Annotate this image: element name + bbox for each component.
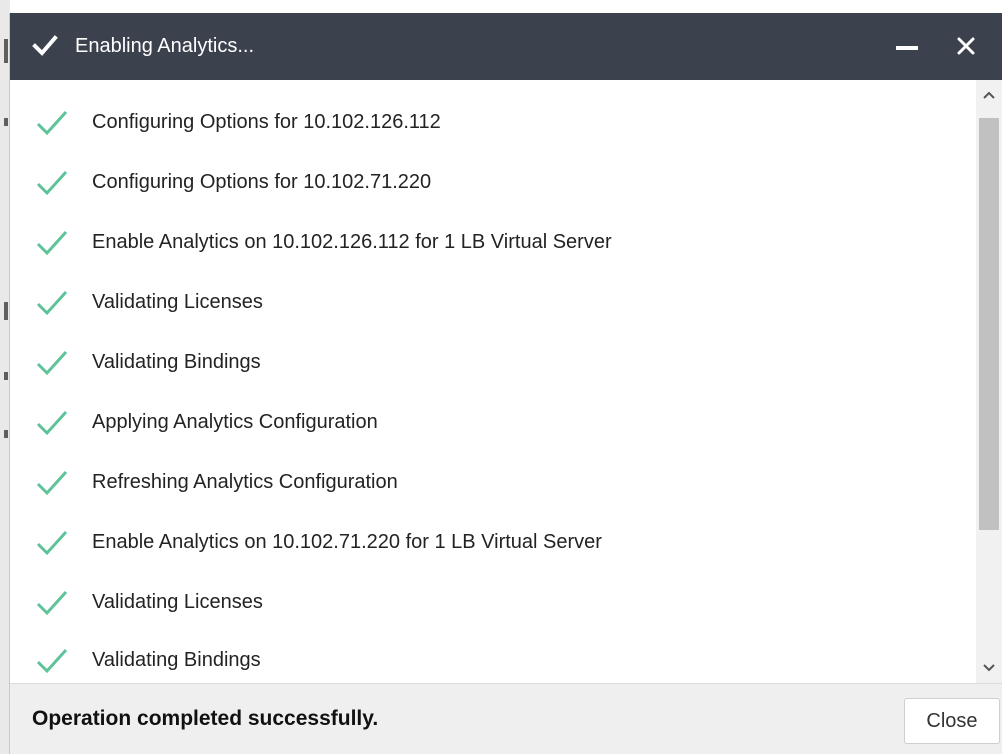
dialog-footer: Operation completed successfully. Close: [10, 683, 1002, 754]
list-item: Validating Bindings: [10, 332, 976, 392]
success-check-icon: [36, 350, 68, 376]
list-item: Applying Analytics Configuration: [10, 392, 976, 452]
close-button[interactable]: Close: [904, 698, 1000, 744]
list-item: Configuring Options for 10.102.126.112: [10, 92, 976, 152]
success-check-icon: [36, 590, 68, 616]
status-message: Operation completed successfully.: [32, 707, 379, 730]
step-label: Validating Bindings: [92, 351, 261, 373]
background-page-edge: [0, 0, 10, 754]
step-label: Configuring Options for 10.102.71.220: [92, 171, 432, 193]
dialog-titlebar[interactable]: Enabling Analytics...: [10, 13, 1002, 80]
step-label: Validating Licenses: [92, 291, 263, 313]
progress-dialog: Enabling Analytics... Configuring Option…: [10, 13, 1002, 754]
step-label: Validating Licenses: [92, 591, 263, 613]
list-item: Enable Analytics on 10.102.126.112 for 1…: [10, 212, 976, 272]
list-item: Validating Licenses: [10, 572, 976, 632]
success-check-icon: [36, 470, 68, 496]
step-label: Applying Analytics Configuration: [92, 411, 378, 433]
checkmark-icon: [32, 35, 58, 56]
close-icon[interactable]: [951, 31, 981, 61]
minimize-icon[interactable]: [893, 31, 923, 61]
success-check-icon: [36, 648, 68, 674]
success-check-icon: [36, 170, 68, 196]
scroll-up-arrow-icon[interactable]: [976, 80, 1002, 110]
scroll-down-arrow-icon[interactable]: [976, 653, 1002, 683]
dialog-title: Enabling Analytics...: [75, 35, 254, 57]
step-label: Enable Analytics on 10.102.126.112 for 1…: [92, 231, 612, 253]
background-fragment: [4, 430, 8, 438]
scrollbar-thumb[interactable]: [979, 118, 999, 530]
list-item: Enable Analytics on 10.102.71.220 for 1 …: [10, 512, 976, 572]
success-check-icon: [36, 410, 68, 436]
step-label: Validating Bindings: [92, 649, 261, 671]
steps-list[interactable]: Configuring Options for 10.102.126.112 C…: [10, 80, 976, 683]
step-label: Enable Analytics on 10.102.71.220 for 1 …: [92, 531, 602, 553]
step-label: Refreshing Analytics Configuration: [92, 471, 398, 493]
list-item: Validating Licenses: [10, 272, 976, 332]
background-fragment: [4, 302, 8, 320]
success-check-icon: [36, 290, 68, 316]
vertical-scrollbar[interactable]: [976, 80, 1002, 683]
step-label: Configuring Options for 10.102.126.112: [92, 111, 441, 133]
background-fragment: [4, 372, 8, 380]
success-check-icon: [36, 230, 68, 256]
list-item: Configuring Options for 10.102.71.220: [10, 152, 976, 212]
success-check-icon: [36, 110, 68, 136]
list-item: Validating Bindings: [10, 630, 976, 683]
list-item: Refreshing Analytics Configuration: [10, 452, 976, 512]
success-check-icon: [36, 530, 68, 556]
background-fragment: [4, 118, 8, 126]
background-fragment: [4, 39, 8, 63]
